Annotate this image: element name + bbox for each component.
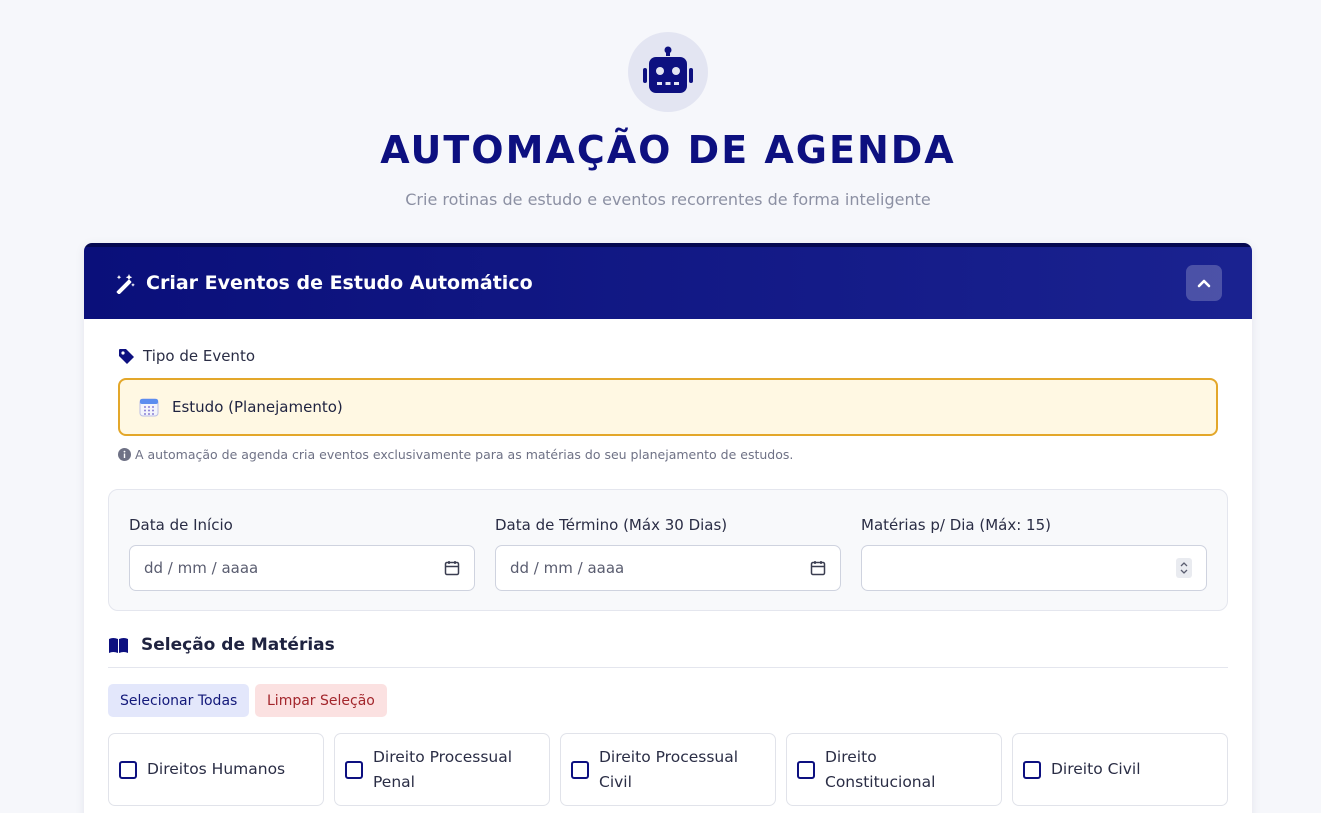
calendar-icon[interactable] bbox=[444, 560, 460, 576]
subject-label: Direito Civil bbox=[1051, 760, 1141, 778]
subject-card[interactable]: Direito Civil bbox=[1012, 733, 1228, 806]
card-title: Criar Eventos de Estudo Automático bbox=[146, 272, 533, 294]
auto-events-card: Criar Eventos de Estudo Automático Tipo … bbox=[84, 243, 1252, 813]
hero-icon-container bbox=[628, 32, 708, 112]
page-subtitle: Crie rotinas de estudo e eventos recorre… bbox=[405, 190, 931, 209]
section-divider bbox=[108, 667, 1228, 668]
per-day-input[interactable] bbox=[861, 545, 1207, 591]
book-open-icon bbox=[108, 637, 129, 654]
per-day-label: Matérias p/ Dia (Máx: 15) bbox=[861, 516, 1051, 534]
card-header: Criar Eventos de Estudo Automático bbox=[84, 243, 1252, 319]
event-type-selected: Estudo (Planejamento) bbox=[172, 398, 343, 416]
subject-checkbox[interactable] bbox=[345, 760, 363, 779]
dates-panel: Data de Início dd / mm / aaaa Data de Té… bbox=[108, 489, 1228, 611]
subject-checkbox[interactable] bbox=[1023, 760, 1041, 779]
start-date-placeholder: dd / mm / aaaa bbox=[144, 559, 259, 577]
end-date-input[interactable]: dd / mm / aaaa bbox=[495, 545, 841, 591]
subjects-title-text: Seleção de Matérias bbox=[141, 635, 335, 655]
magic-wand-icon bbox=[114, 272, 136, 294]
robot-icon bbox=[643, 46, 693, 93]
subjects-section-title: Seleção de Matérias bbox=[108, 635, 335, 655]
subject-label: Direitos Humanos bbox=[147, 760, 286, 778]
clear-selection-button[interactable]: Limpar Seleção bbox=[255, 684, 387, 717]
info-circle-icon bbox=[118, 448, 131, 461]
subject-label: Direito Constitucional bbox=[825, 747, 936, 791]
end-date-placeholder: dd / mm / aaaa bbox=[510, 559, 625, 577]
number-spinner[interactable] bbox=[1176, 558, 1192, 578]
event-type-label-text: Tipo de Evento bbox=[143, 347, 256, 365]
start-date-label: Data de Início bbox=[129, 516, 233, 534]
tag-icon bbox=[119, 348, 134, 364]
subject-card[interactable]: Direito Constitucional bbox=[786, 733, 1002, 806]
start-date-input[interactable]: dd / mm / aaaa bbox=[129, 545, 475, 591]
subject-label: Direito Processual Penal bbox=[373, 747, 513, 791]
subject-label: Direito Processual Civil bbox=[599, 747, 739, 791]
info-note: A automação de agenda cria eventos exclu… bbox=[118, 447, 793, 462]
subject-card[interactable]: Direitos Humanos bbox=[108, 733, 324, 806]
collapse-button[interactable] bbox=[1186, 265, 1222, 301]
subject-card[interactable]: Direito Processual Penal bbox=[334, 733, 550, 806]
chevron-up-icon bbox=[1197, 279, 1211, 288]
info-note-text: A automação de agenda cria eventos exclu… bbox=[135, 447, 794, 462]
subject-checkbox[interactable] bbox=[119, 760, 137, 779]
event-type-option[interactable]: Estudo (Planejamento) bbox=[118, 378, 1218, 436]
select-all-button[interactable]: Selecionar Todas bbox=[108, 684, 250, 717]
event-type-label: Tipo de Evento bbox=[118, 347, 255, 365]
calendar-emoji-icon bbox=[138, 396, 160, 418]
page-title: AUTOMAÇÃO DE AGENDA bbox=[380, 128, 956, 172]
spinner-arrows-icon bbox=[1180, 562, 1188, 574]
end-date-label: Data de Término (Máx 30 Dias) bbox=[495, 516, 728, 534]
subject-checkbox[interactable] bbox=[797, 760, 815, 779]
calendar-icon[interactable] bbox=[810, 560, 826, 576]
subject-checkbox[interactable] bbox=[571, 760, 589, 779]
subject-card[interactable]: Direito Processual Civil bbox=[560, 733, 776, 806]
